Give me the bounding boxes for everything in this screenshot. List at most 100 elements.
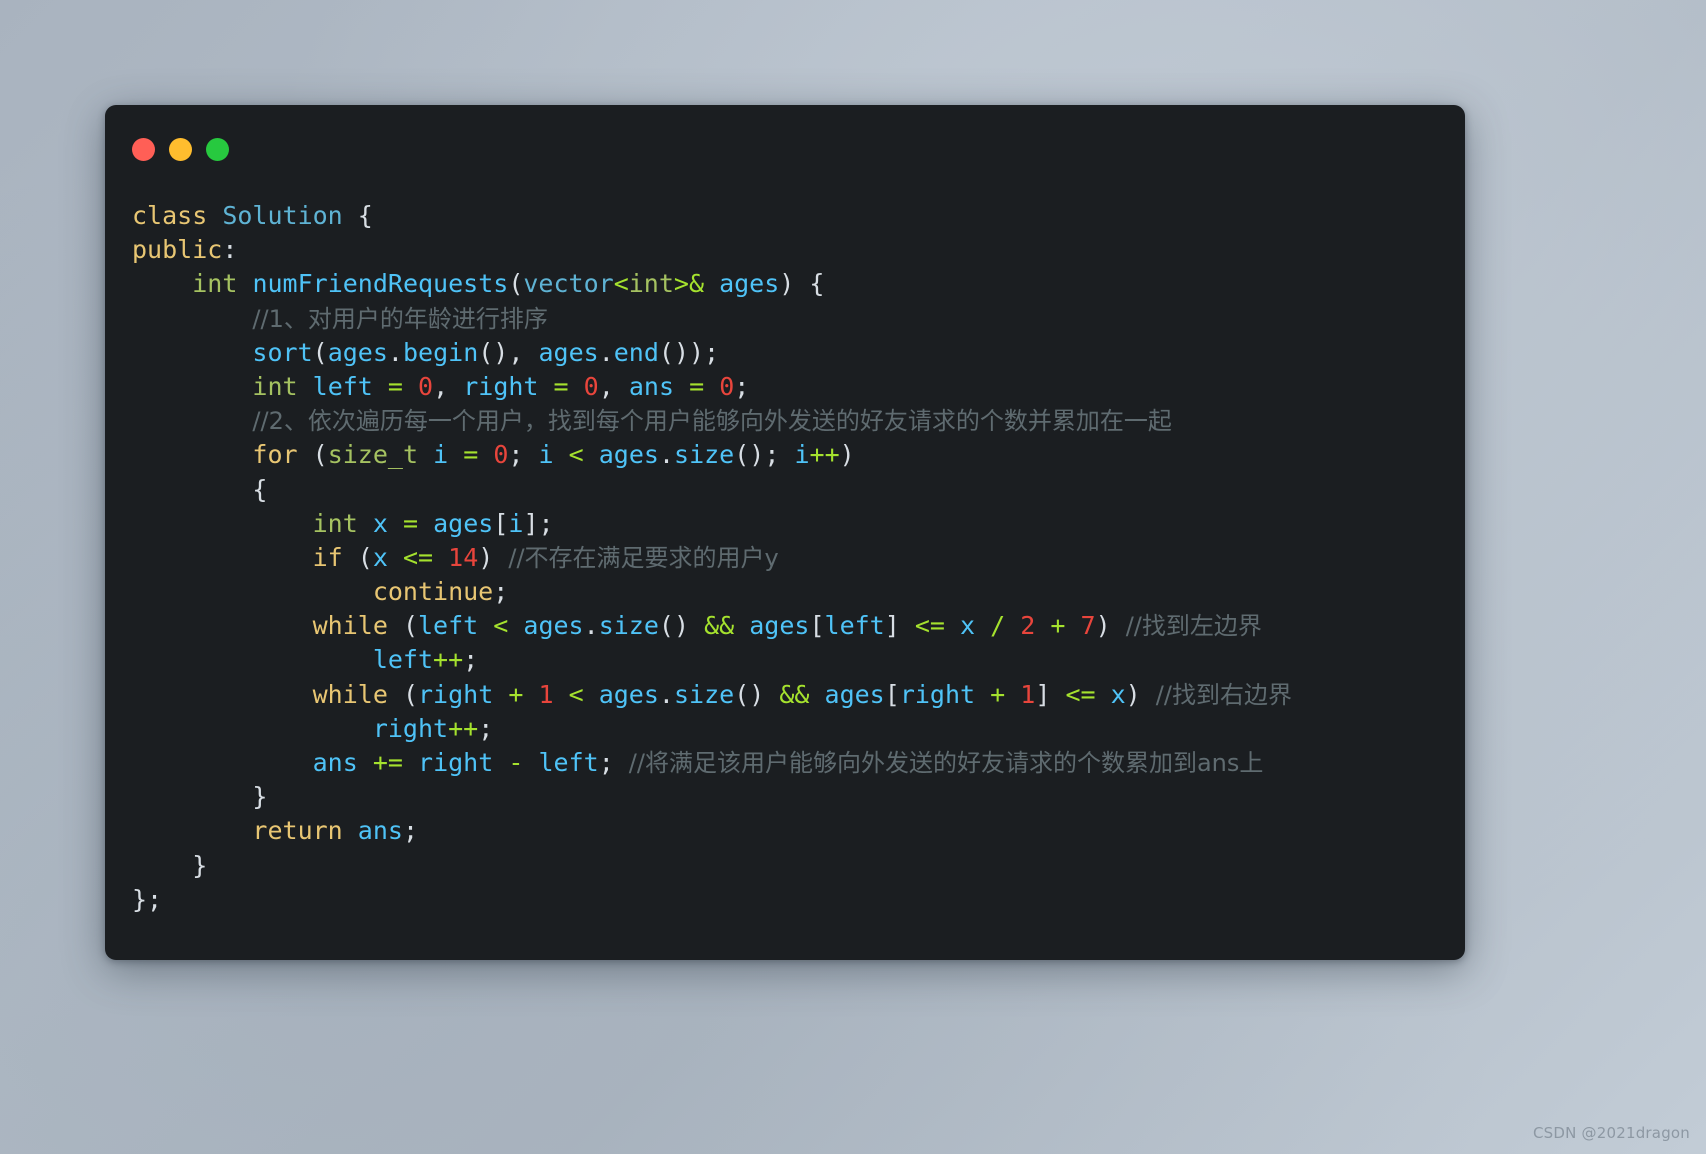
- code-token-pun: [1005, 611, 1020, 640]
- code-token-pun: [493, 748, 508, 777]
- code-token-pun: [: [884, 679, 900, 709]
- code-token-op: &&: [779, 679, 810, 709]
- code-token-num: 2: [1020, 611, 1036, 641]
- code-token-pun: [132, 748, 313, 777]
- code-token-pun: [554, 440, 569, 469]
- code-token-pun: [207, 201, 222, 230]
- code-token-pun: [132, 611, 313, 640]
- code-token-pun: [132, 509, 313, 538]
- code-block[interactable]: class Solution {public: int numFriendReq…: [105, 185, 1310, 917]
- code-token-pun: [975, 611, 990, 640]
- code-token-typ: int: [628, 269, 674, 299]
- code-token-op: +: [990, 679, 1006, 709]
- code-token-pun: [358, 748, 373, 777]
- code-token-pun: [132, 714, 373, 743]
- code-token-num: 0: [493, 440, 509, 470]
- code-token-op: <: [568, 440, 584, 470]
- code-token-kw: for: [252, 440, 298, 470]
- code-token-cls: vector: [523, 269, 614, 299]
- code-token-op: =: [402, 508, 419, 538]
- code-token-op: <: [493, 611, 509, 641]
- code-token-pun: .: [658, 440, 675, 470]
- code-token-pun: [433, 543, 448, 572]
- code-token-kw: while: [312, 611, 388, 641]
- code-token-pun: [508, 611, 523, 640]
- code-token-pun: ;: [734, 371, 750, 401]
- code-token-pun: [704, 372, 719, 401]
- code-token-id: ages: [433, 508, 494, 538]
- code-token-pun: [343, 816, 358, 845]
- maximize-window-icon[interactable]: [206, 138, 229, 161]
- code-token-pun: [132, 645, 373, 674]
- code-token-pun: [132, 816, 252, 845]
- code-token-pun: [674, 372, 689, 401]
- code-line: return ans;: [132, 814, 1292, 848]
- code-line: //2、依次遍历每一个用户，找到每个用户能够向外发送的好友请求的个数并累加在一起: [132, 404, 1292, 438]
- code-token-pun: [132, 269, 192, 298]
- code-token-op: ++: [809, 440, 840, 470]
- code-token-pun: [1065, 611, 1080, 640]
- code-line: int left = 0, right = 0, ans = 0;: [132, 370, 1292, 404]
- code-token-pun: [388, 509, 403, 538]
- code-token-pun: [132, 577, 373, 606]
- code-line: }: [132, 780, 1292, 814]
- code-token-pun: [373, 372, 388, 401]
- code-token-pun: [132, 338, 252, 367]
- code-token-op: <=: [914, 611, 945, 641]
- code-token-op: <: [568, 679, 584, 709]
- code-token-pun: [809, 680, 824, 709]
- code-token-pun: ;: [463, 645, 479, 675]
- code-token-pun: ): [1125, 679, 1156, 709]
- code-token-id: ans: [628, 371, 674, 401]
- code-token-id: x: [960, 611, 976, 641]
- code-token-pun: (: [387, 611, 418, 641]
- code-token-num: 0: [583, 371, 599, 401]
- code-token-op: <=: [1065, 679, 1096, 709]
- code-token-pun: {: [342, 201, 373, 230]
- code-token-pun: [478, 440, 493, 469]
- code-token-fn: end: [613, 337, 659, 367]
- code-token-cmt: //2、依次遍历每一个用户，找到每个用户能够向外发送的好友请求的个数并累加在一起: [252, 407, 1172, 436]
- code-line: }: [132, 849, 1292, 883]
- code-token-pun: ): [1095, 611, 1126, 641]
- code-token-pun: ]: [1035, 679, 1066, 709]
- watermark-label: CSDN @2021dragon: [1533, 1124, 1690, 1142]
- code-token-pun: ,: [598, 371, 629, 401]
- code-token-kw: public: [132, 235, 223, 265]
- code-token-pun: }: [132, 850, 208, 880]
- code-token-pun: (): [658, 611, 705, 641]
- code-token-id: left: [824, 611, 885, 641]
- code-token-id: ages: [598, 679, 659, 709]
- code-token-pun: [237, 269, 252, 298]
- code-token-pun: .: [583, 611, 599, 641]
- code-token-op: +: [1050, 611, 1066, 641]
- code-token-pun: [418, 440, 433, 469]
- code-line: while (right + 1 < ages.size() && ages[r…: [132, 678, 1292, 712]
- code-token-fn: begin: [402, 337, 479, 367]
- code-token-op: +=: [372, 748, 403, 777]
- code-token-pun: [132, 406, 252, 435]
- code-line: };: [132, 883, 1292, 917]
- code-token-op: <: [613, 269, 629, 299]
- code-token-id: right: [418, 748, 494, 777]
- code-token-op: <=: [402, 542, 434, 572]
- code-line: class Solution {: [132, 199, 1292, 233]
- code-token-op: /: [990, 611, 1006, 641]
- code-line: for (size_t i = 0; i < ages.size(); i++): [132, 438, 1292, 472]
- code-token-id: x: [372, 508, 388, 538]
- code-token-id: ans: [357, 816, 403, 846]
- code-token-id: ages: [719, 269, 780, 299]
- code-line: left++;: [132, 643, 1292, 677]
- code-token-typ: int: [192, 269, 238, 299]
- minimize-window-icon[interactable]: [169, 138, 192, 161]
- code-line: continue;: [132, 575, 1292, 609]
- code-token-pun: (: [312, 337, 328, 367]
- code-token-pun: [: [809, 611, 825, 641]
- code-line: if (x <= 14) //不存在满足要求的用户y: [132, 541, 1292, 575]
- close-window-icon[interactable]: [132, 138, 155, 161]
- code-token-pun: ]: [884, 611, 915, 641]
- code-token-num: 0: [719, 371, 735, 401]
- code-token-pun: ;: [493, 577, 509, 607]
- code-token-op: =: [387, 371, 403, 401]
- code-token-pun: [403, 372, 418, 401]
